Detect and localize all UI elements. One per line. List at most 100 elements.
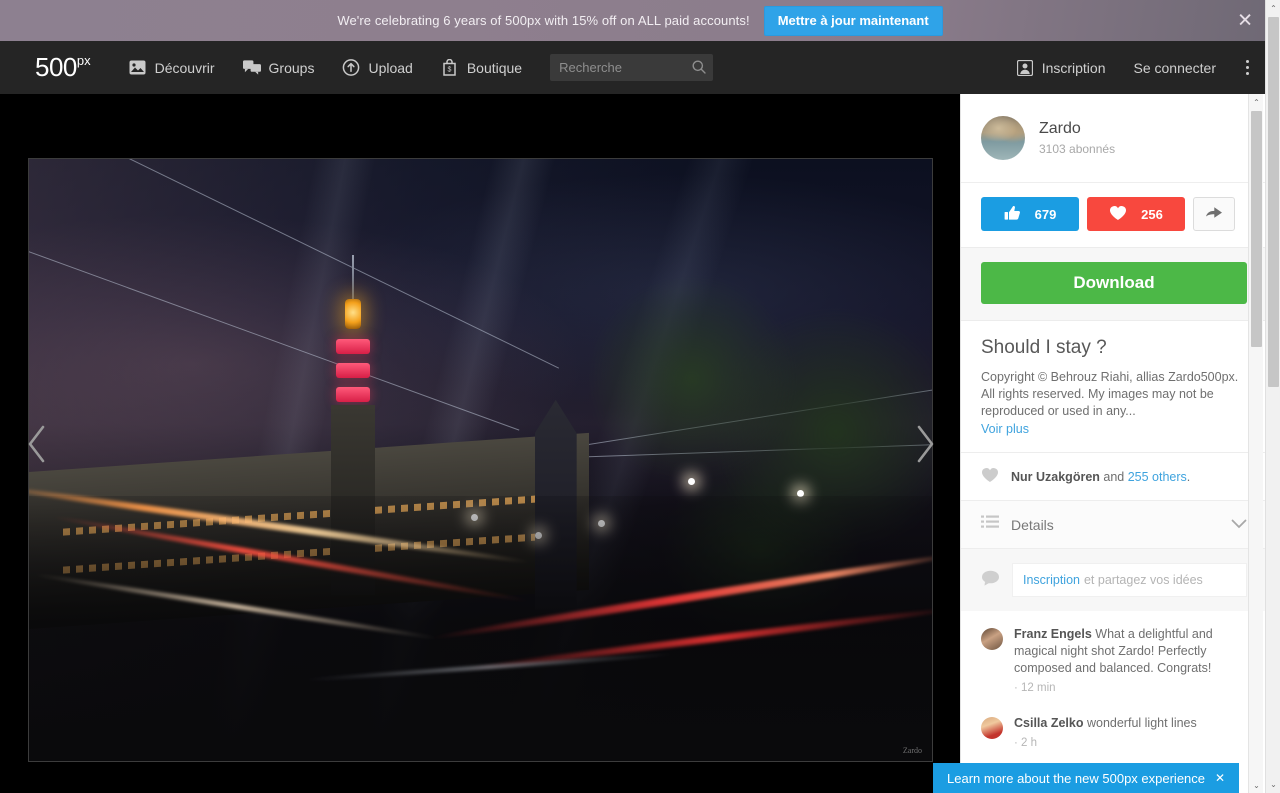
likers-connector: and <box>1100 470 1128 484</box>
nav-item-discover[interactable]: Découvrir <box>115 41 229 94</box>
user-icon <box>1016 59 1034 77</box>
details-toggle[interactable]: Details <box>961 500 1265 549</box>
shopping-bag-icon: $ <box>441 59 459 77</box>
search-icon[interactable] <box>692 60 706 79</box>
logo-sup-text: px <box>77 53 91 68</box>
tower-ring <box>336 339 370 354</box>
comment-body: Franz Engels What a delightful and magic… <box>1014 626 1247 697</box>
comment-bubble-icon <box>981 570 1000 591</box>
photo-description: Copyright © Behrouz Riahi, allias Zardo5… <box>981 369 1247 420</box>
follower-count: 3103 abonnés <box>1039 142 1115 156</box>
cloud-upload-icon <box>342 59 360 77</box>
search-input[interactable] <box>550 54 713 81</box>
tower-ring <box>336 387 370 402</box>
comment-author[interactable]: Csilla Zelko <box>1014 716 1083 730</box>
nav-label-groups: Groups <box>269 60 315 76</box>
details-label: Details <box>1011 517 1054 533</box>
photo-frame[interactable]: Zardo <box>28 158 933 762</box>
comment-signup-link[interactable]: Inscription <box>1023 573 1080 587</box>
nav-item-shop[interactable]: $ Boutique <box>427 41 536 94</box>
nav-item-login[interactable]: Se connecter <box>1120 41 1231 94</box>
comment-input-row: Inscription et partagez vos idées <box>961 549 1265 611</box>
page-scrollbar[interactable]: ⌃ ⌄ <box>1265 0 1280 793</box>
heart-icon <box>1109 205 1127 224</box>
comment-item: Franz Engels What a delightful and magic… <box>981 617 1247 706</box>
nav-item-upload[interactable]: Upload <box>328 41 426 94</box>
photo-title: Should I stay ? <box>981 337 1247 359</box>
chat-bubbles-icon <box>243 59 261 77</box>
tower-spire <box>352 255 354 301</box>
toast-close-icon[interactable]: ✕ <box>1215 771 1225 785</box>
search-container <box>550 54 713 81</box>
like-button[interactable]: 679 <box>981 197 1079 231</box>
promo-upgrade-button[interactable]: Mettre à jour maintenant <box>764 6 943 36</box>
promo-text: We're celebrating 6 years of 500px with … <box>337 13 749 28</box>
like-count: 679 <box>1035 207 1057 222</box>
photo-description-block: Should I stay ? Copyright © Behrouz Riah… <box>961 321 1265 452</box>
page-scrollbar-thumb[interactable] <box>1268 17 1279 387</box>
nav-label-discover: Découvrir <box>155 60 215 76</box>
favorite-button[interactable]: 256 <box>1087 197 1185 231</box>
comment-input[interactable]: Inscription et partagez vos idées <box>1012 563 1247 597</box>
avatar[interactable] <box>981 116 1025 160</box>
photo-stage: Zardo <box>0 94 960 793</box>
kebab-dot <box>1246 60 1249 63</box>
comment-timestamp: · 12 min <box>1014 680 1247 697</box>
scroll-up-arrow-icon[interactable]: ⌃ <box>1249 94 1264 110</box>
image-icon <box>129 59 147 77</box>
thumbs-up-icon <box>1004 205 1021 224</box>
comment-body: Csilla Zelko wonderful light lines · 2 h <box>1014 715 1197 752</box>
profile-meta: Zardo 3103 abonnés <box>1039 120 1115 156</box>
wire-line <box>28 250 519 430</box>
comment-item: Csilla Zelko wonderful light lines · 2 h <box>981 706 1247 761</box>
wire-line <box>28 158 559 369</box>
sidebar-scrollbar[interactable]: ⌃ ⌄ <box>1248 94 1263 793</box>
svg-text:$: $ <box>448 67 452 74</box>
share-arrow-icon <box>1205 205 1223 223</box>
top-navigation-bar: 500px Découvrir Groups Upload $ Boutique <box>0 41 1280 94</box>
likers-others-link[interactable]: 255 others <box>1128 470 1187 484</box>
favorite-count: 256 <box>1141 207 1163 222</box>
nav-item-groups[interactable]: Groups <box>229 41 329 94</box>
sidebar-scrollbar-thumb[interactable] <box>1251 111 1262 347</box>
page-scroll-up-arrow-icon[interactable]: ⌃ <box>1266 1 1280 16</box>
avatar[interactable] <box>981 628 1003 650</box>
nav-item-signup[interactable]: Inscription <box>1002 41 1120 94</box>
kebab-dot <box>1246 66 1249 69</box>
likers-text: Nur Uzakgören and 255 others. <box>1011 470 1190 484</box>
nav-label-signup: Inscription <box>1042 60 1106 76</box>
nav-label-shop: Boutique <box>467 60 522 76</box>
page-scroll-down-arrow-icon[interactable]: ⌄ <box>1266 777 1280 792</box>
500px-logo[interactable]: 500px <box>35 52 91 83</box>
heart-icon <box>981 467 999 486</box>
more-options-icon[interactable] <box>1234 41 1260 94</box>
tower-lamp <box>345 299 361 329</box>
nav-label-login: Se connecter <box>1134 60 1217 76</box>
experience-toast[interactable]: Learn more about the new 500px experienc… <box>933 763 1239 793</box>
logo-main-text: 500 <box>35 52 77 83</box>
see-more-link[interactable]: Voir plus <box>981 422 1029 436</box>
download-section: Download <box>961 247 1265 321</box>
scroll-down-arrow-icon[interactable]: ⌄ <box>1249 777 1264 793</box>
previous-photo-button[interactable] <box>20 418 54 470</box>
toast-text: Learn more about the new 500px experienc… <box>947 771 1205 786</box>
promo-banner: We're celebrating 6 years of 500px with … <box>0 0 1280 41</box>
photo-image: Zardo <box>29 159 932 761</box>
download-button[interactable]: Download <box>981 262 1247 304</box>
promo-close-icon[interactable]: ✕ <box>1237 9 1253 32</box>
chevron-down-icon <box>1231 516 1247 534</box>
photo-watermark: Zardo <box>903 746 922 755</box>
comment-author[interactable]: Franz Engels <box>1014 627 1092 641</box>
comment-placeholder: et partagez vos idées <box>1084 573 1203 587</box>
nav-label-upload: Upload <box>368 60 412 76</box>
profile-name[interactable]: Zardo <box>1039 120 1115 138</box>
action-button-row: 679 256 <box>961 182 1265 247</box>
comment-text: wonderful light lines <box>1087 716 1197 730</box>
kebab-dot <box>1246 72 1249 75</box>
likers-suffix: . <box>1187 470 1190 484</box>
next-photo-button[interactable] <box>908 418 942 470</box>
avatar[interactable] <box>981 717 1003 739</box>
liker-name[interactable]: Nur Uzakgören <box>1011 470 1100 484</box>
comment-timestamp: · 2 h <box>1014 735 1197 752</box>
share-button[interactable] <box>1193 197 1235 231</box>
